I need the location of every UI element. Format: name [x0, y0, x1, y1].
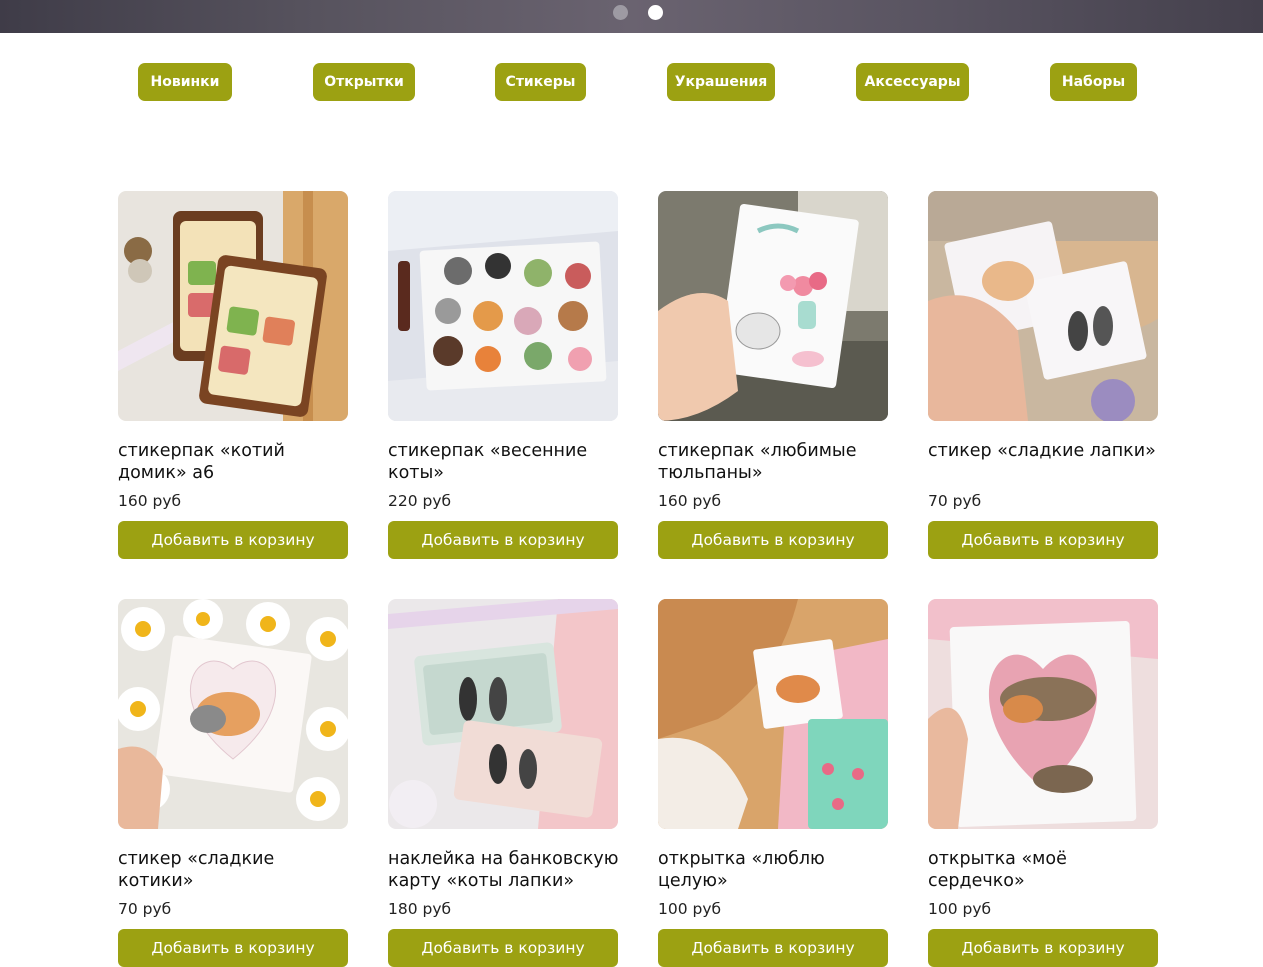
product-card: стикерпак «весенние коты» 220 руб Добави… — [388, 191, 618, 559]
product-card: наклейка на банковскую карту «коты лапки… — [388, 599, 618, 967]
add-to-cart-button[interactable]: Добавить в корзину — [118, 929, 348, 967]
product-card: стикерпак «любимые тюльпаны» 160 руб Доб… — [658, 191, 888, 559]
product-price: 70 руб — [928, 492, 982, 510]
product-price: 160 руб — [118, 492, 182, 510]
category-otkrytki-button[interactable]: Открытки — [313, 63, 415, 101]
product-title[interactable]: стикерпак «весенние коты» — [388, 440, 624, 484]
product-price: 70 руб — [118, 900, 172, 918]
product-title[interactable]: стикерпак «любимые тюльпаны» — [658, 440, 894, 484]
product-title[interactable]: открытка «моё сердечко» — [928, 848, 1164, 892]
product-price: 180 руб — [388, 900, 452, 918]
add-to-cart-button[interactable]: Добавить в корзину — [388, 521, 618, 559]
add-to-cart-button[interactable]: Добавить в корзину — [388, 929, 618, 967]
product-price: 160 руб — [658, 492, 722, 510]
product-photo[interactable] — [658, 599, 888, 829]
product-card: стикерпак «котий домик» а6 160 руб Добав… — [118, 191, 348, 559]
hero-banner — [0, 0, 1263, 33]
product-photo[interactable] — [388, 599, 618, 829]
product-price: 100 руб — [928, 900, 992, 918]
add-to-cart-button[interactable]: Добавить в корзину — [658, 929, 888, 967]
product-photo[interactable] — [118, 191, 348, 421]
product-card: открытка «моё сердечко» 100 руб Добавить… — [928, 599, 1158, 967]
product-price: 220 руб — [388, 492, 452, 510]
product-photo[interactable] — [928, 191, 1158, 421]
add-to-cart-button[interactable]: Добавить в корзину — [118, 521, 348, 559]
category-aksessuary-button[interactable]: Аксессуары — [856, 63, 969, 101]
product-card: стикер «сладкие котики» 70 руб Добавить … — [118, 599, 348, 967]
category-ukrasheniya-button[interactable]: Украшения — [667, 63, 775, 101]
category-stikery-button[interactable]: Стикеры — [495, 63, 586, 101]
product-card: стикер «сладкие лапки» 70 руб Добавить в… — [928, 191, 1158, 559]
product-title[interactable]: стикер «сладкие котики» — [118, 848, 354, 892]
product-price: 100 руб — [658, 900, 722, 918]
product-photo[interactable] — [118, 599, 348, 829]
category-novinki-button[interactable]: Новинки — [138, 63, 232, 101]
product-title[interactable]: открытка «люблю целую» — [658, 848, 894, 892]
add-to-cart-button[interactable]: Добавить в корзину — [658, 521, 888, 559]
slider-dot-2-active[interactable] — [648, 5, 663, 20]
slider-dot-1[interactable] — [613, 5, 628, 20]
add-to-cart-button[interactable]: Добавить в корзину — [928, 929, 1158, 967]
product-title[interactable]: стикер «сладкие лапки» — [928, 440, 1164, 462]
product-title[interactable]: стикерпак «котий домик» а6 — [118, 440, 354, 484]
product-photo[interactable] — [928, 599, 1158, 829]
category-nabory-button[interactable]: Наборы — [1050, 63, 1137, 101]
product-photo[interactable] — [658, 191, 888, 421]
add-to-cart-button[interactable]: Добавить в корзину — [928, 521, 1158, 559]
product-title[interactable]: наклейка на банковскую карту «коты лапки… — [388, 848, 624, 892]
product-photo[interactable] — [388, 191, 618, 421]
product-card: открытка «люблю целую» 100 руб Добавить … — [658, 599, 888, 967]
